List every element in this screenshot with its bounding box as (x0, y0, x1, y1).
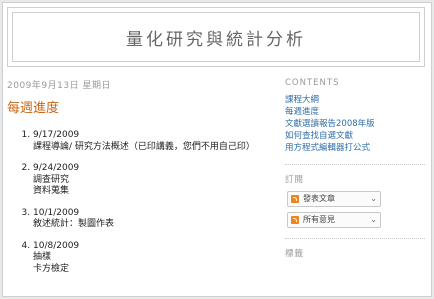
blog-title[interactable]: 量化研究與統計分析 (126, 25, 306, 50)
post-date: 2009年9月13日 星期日 (7, 81, 111, 91)
week-topic: 資料蒐集 (33, 186, 70, 196)
tags-heading: 標籤 (285, 249, 305, 259)
contents-link-list: 課程大綱 每週進度 文獻選讀報告2008年版 如何查找自選文獻 用方程式編輯器打… (285, 94, 425, 154)
rss-feed-icon (291, 216, 299, 224)
subscribe-heading: 訂閱 (285, 175, 305, 185)
sidebar-divider (285, 238, 425, 239)
list-item: 10/1/2009 敘述統計：製圖作表 (33, 208, 277, 231)
week-topic: 敘述統計：製圖作表 (33, 219, 115, 229)
feed-label: 所有意見 (303, 215, 335, 224)
feed-dropdown-posts[interactable]: 發表文章 ⌄ (287, 191, 381, 207)
blog-header-inner: 量化研究與統計分析 (12, 12, 420, 62)
list-item: 每週進度 (285, 106, 425, 118)
week-date: 9/24/2009 (33, 163, 80, 173)
week-date: 9/17/2009 (33, 130, 80, 140)
list-item: 如何查找自選文獻 (285, 130, 425, 142)
weekly-schedule-list: 9/17/2009 課程導論/ 研究方法概述（已印講義，您們不用自己印） 9/2… (7, 130, 277, 275)
rss-feed-icon (291, 195, 299, 203)
main-column: 2009年9月13日 星期日 每週進度 9/17/2009 課程導論/ 研究方法… (7, 78, 277, 285)
chevron-down-icon: ⌄ (370, 215, 377, 224)
week-date: 10/8/2009 (33, 240, 80, 251)
post-title[interactable]: 每週進度 (7, 97, 277, 116)
contents-heading: CONTENTS (285, 78, 340, 88)
feed-dropdown-comments[interactable]: 所有意見 ⌄ (287, 212, 381, 228)
contents-link-find-literature[interactable]: 如何查找自選文獻 (285, 131, 353, 141)
week-topic: 課程導論/ 研究方法概述（已印講義，您們不用自己印） (33, 141, 255, 152)
week-date: 10/1/2009 (33, 207, 80, 218)
list-item: 用方程式編輯器打公式 (285, 142, 425, 154)
list-item: 10/8/2009 抽樣 卡方檢定 (33, 241, 277, 276)
chevron-down-icon: ⌄ (370, 194, 377, 203)
list-item: 文獻選讀報告2008年版 (285, 118, 425, 130)
list-item: 9/17/2009 課程導論/ 研究方法概述（已印講義，您們不用自己印） (33, 130, 277, 153)
week-topic: 調查研究 (33, 174, 70, 185)
blog-page: 量化研究與統計分析 2009年9月13日 星期日 每週進度 9/17/2009 … (2, 2, 432, 297)
contents-link-reading-report[interactable]: 文獻選讀報告2008年版 (285, 119, 375, 129)
week-topic: 卡方檢定 (33, 263, 70, 274)
list-item: 課程大綱 (285, 94, 425, 106)
blog-header: 量化研究與統計分析 (7, 7, 425, 67)
list-item: 9/24/2009 調查研究 資料蒐集 (33, 163, 277, 198)
feed-label: 發表文章 (303, 194, 335, 203)
sidebar: CONTENTS 課程大綱 每週進度 文獻選讀報告2008年版 如何查找自選文獻… (285, 78, 425, 265)
contents-link-syllabus[interactable]: 課程大綱 (285, 95, 319, 105)
contents-link-weekly-progress[interactable]: 每週進度 (285, 107, 319, 117)
contents-link-equation-editor[interactable]: 用方程式編輯器打公式 (285, 143, 370, 153)
week-topic: 抽樣 (33, 252, 52, 262)
sidebar-divider (285, 164, 425, 165)
